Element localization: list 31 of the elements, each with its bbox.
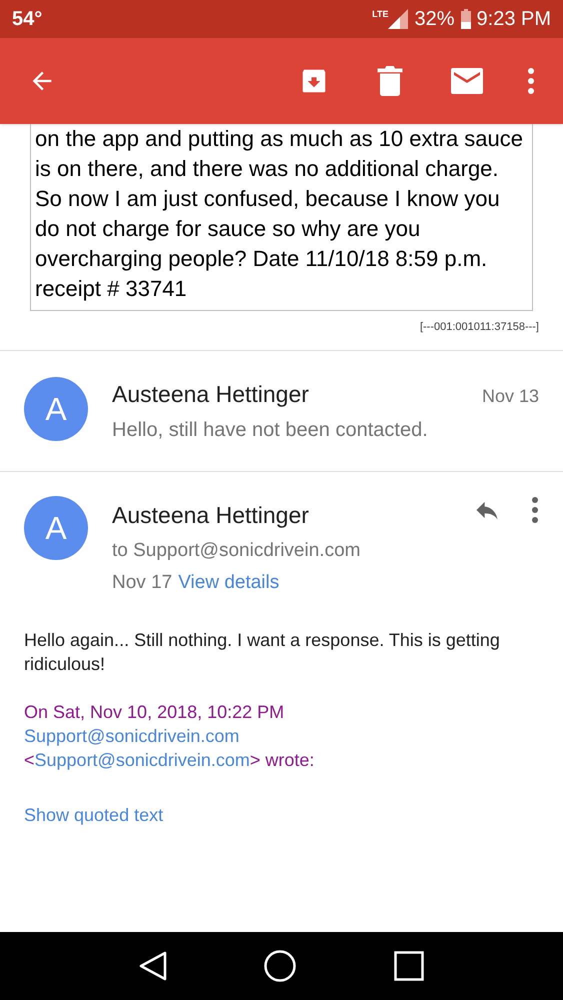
recents-icon[interactable]: [394, 951, 424, 981]
show-quoted-text-link[interactable]: Show quoted text: [0, 802, 188, 828]
sender-name: Austeena Hettinger: [112, 501, 309, 530]
signal-icon: [388, 9, 408, 29]
message-body: Hello again... Still nothing. I want a response. This is getting ridiculous!: [23, 628, 501, 676]
quote-header: On Sat, Nov 10, 2018, 10:22 PM: [24, 700, 284, 724]
more-icon[interactable]: [531, 497, 539, 523]
angle-bracket: <: [24, 748, 35, 772]
avatar: A: [24, 496, 88, 560]
email-link[interactable]: Support@sonicdrivein.com: [24, 724, 240, 748]
mail-icon[interactable]: [451, 68, 483, 94]
delete-icon[interactable]: [377, 66, 403, 96]
temperature: 54°: [12, 7, 42, 32]
original-message-text: on the app and putting as much as 10 extra sauce is on there, and there was no additional charge. So now I am just confused, because I know you do not charge for sauce so why are you overcharging people? Date 11/10/18 8:59 p.m. receipt # 33741: [35, 125, 524, 303]
sender-name: Austeena Hettinger: [112, 380, 309, 409]
message-date: Nov 17: [112, 571, 172, 595]
message-snippet: Hello, still have not been contacted.: [112, 418, 429, 443]
email-link[interactable]: Support@sonicdrivein.com: [34, 748, 250, 772]
view-details-link[interactable]: View details: [178, 569, 280, 598]
clock: 9:23 PM: [476, 7, 551, 32]
avatar: A: [24, 376, 88, 440]
message-date: Nov 13: [482, 384, 539, 408]
battery-icon: [460, 9, 471, 29]
reference-code: [---001:001011:37158---]: [420, 320, 539, 335]
quote-wrote: > wrote:: [250, 748, 314, 772]
battery-percent: 32%: [414, 7, 455, 32]
network-type: LTE: [372, 8, 388, 21]
recipient: to Support@sonicdrivein.com: [112, 538, 362, 562]
home-icon[interactable]: [264, 950, 296, 982]
more-icon[interactable]: [527, 68, 535, 94]
back-icon[interactable]: [138, 951, 167, 981]
